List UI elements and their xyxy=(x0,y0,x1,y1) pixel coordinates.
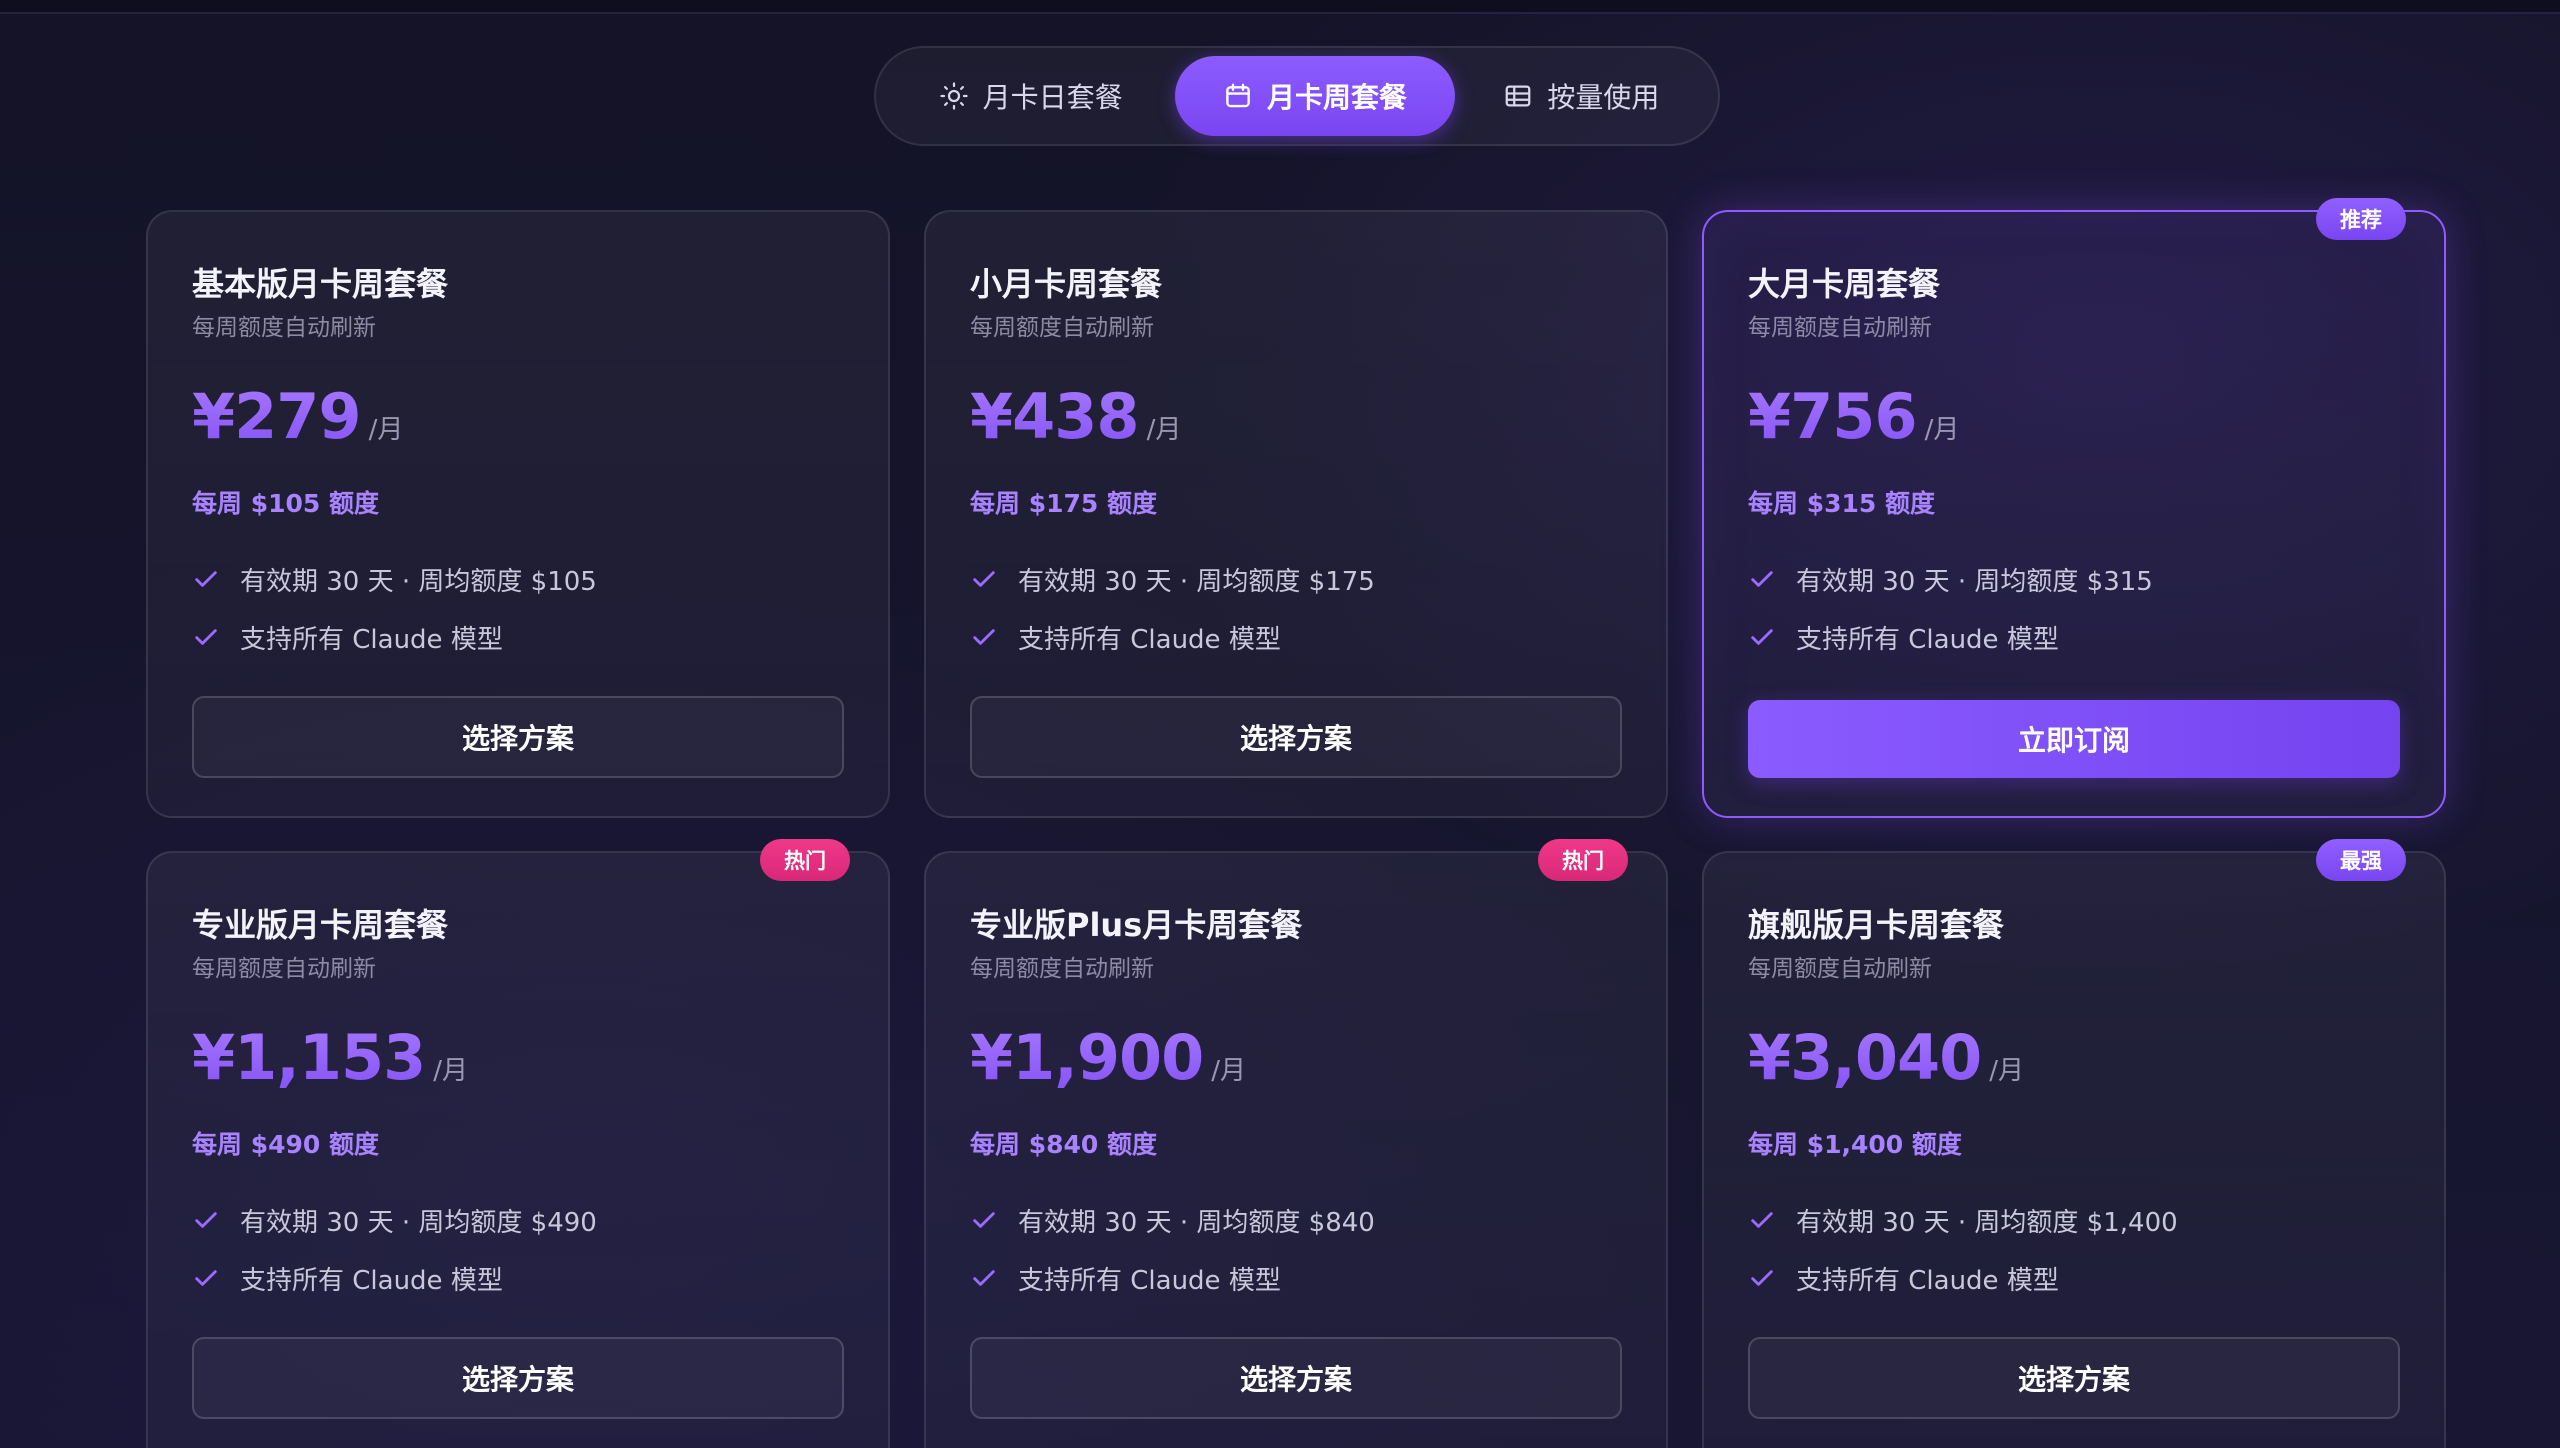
feature-item: 支持所有 Claude 模型 xyxy=(1748,608,2400,666)
tab-label: 按量使用 xyxy=(1547,81,1660,114)
plan-quota: 每周 $1,400 额度 xyxy=(1748,1130,1962,1159)
feature-item: 支持所有 Claude 模型 xyxy=(192,608,844,666)
plan-name: 基本版月卡周套餐 xyxy=(192,265,449,303)
check-icon xyxy=(973,629,995,645)
price-period: /月 xyxy=(1146,415,1182,445)
feature-item: 有效期 30 天 · 周均额度 $1,400 xyxy=(1748,1191,2400,1249)
plan-name: 专业版Plus月卡周套餐 xyxy=(970,906,1303,944)
price-period: /月 xyxy=(1211,1056,1247,1086)
feature-item: 支持所有 Claude 模型 xyxy=(970,608,1622,666)
plan-name: 专业版月卡周套餐 xyxy=(192,906,449,944)
calendar-icon xyxy=(1226,83,1250,108)
plan-price: ¥279 xyxy=(192,380,362,453)
sun-icon xyxy=(940,82,968,110)
plan-price: ¥3,040 xyxy=(1748,1021,1982,1094)
tab-weekly-plan[interactable]: 月卡周套餐 xyxy=(1175,56,1455,136)
feature-item: 支持所有 Claude 模型 xyxy=(970,1249,1622,1307)
plan-card-pro: 热门 专业版月卡周套餐 每周额度自动刷新 ¥1,153 /月 每周 $490 额… xyxy=(146,839,890,1448)
feature-item: 有效期 30 天 · 周均额度 $840 xyxy=(970,1191,1622,1249)
feature-item: 支持所有 Claude 模型 xyxy=(192,1249,844,1307)
check-icon xyxy=(1751,1212,1773,1228)
plan-quota: 每周 $175 额度 xyxy=(970,489,1157,518)
check-icon xyxy=(973,1270,995,1286)
plan-quota: 每周 $490 额度 xyxy=(192,1130,379,1159)
check-icon xyxy=(195,1270,217,1286)
tab-label: 月卡日套餐 xyxy=(982,81,1123,114)
select-plan-button[interactable]: 选择方案 xyxy=(192,696,844,778)
select-plan-button[interactable]: 选择方案 xyxy=(970,696,1622,778)
plan-quota: 每周 $840 额度 xyxy=(970,1130,1157,1159)
check-icon xyxy=(195,1212,217,1228)
plan-price: ¥438 xyxy=(970,380,1140,453)
feature-item: 有效期 30 天 · 周均额度 $490 xyxy=(192,1191,844,1249)
plan-type-switch: 月卡日套餐 月卡周套餐 按量使用 xyxy=(874,46,1720,146)
plan-card-flagship: 最强 旗舰版月卡周套餐 每周额度自动刷新 ¥3,040 /月 每周 $1,400… xyxy=(1702,839,2446,1448)
plan-subtitle: 每周额度自动刷新 xyxy=(1748,315,1932,341)
plan-quota: 每周 $105 额度 xyxy=(192,489,379,518)
plan-card-small: 小月卡周套餐 每周额度自动刷新 ¥438 /月 每周 $175 额度 有效期 3… xyxy=(924,210,1668,818)
feature-item: 有效期 30 天 · 周均额度 $315 xyxy=(1748,550,2400,608)
check-icon xyxy=(1751,571,1773,587)
price-period: /月 xyxy=(1989,1056,2025,1086)
plan-subtitle: 每周额度自动刷新 xyxy=(192,956,376,982)
plan-subtitle: 每周额度自动刷新 xyxy=(970,956,1154,982)
select-plan-button[interactable]: 选择方案 xyxy=(970,1337,1622,1419)
plan-price: ¥1,900 xyxy=(970,1021,1204,1094)
plan-price: ¥756 xyxy=(1748,380,1918,453)
top-bar xyxy=(0,0,2560,14)
plan-subtitle: 每周额度自动刷新 xyxy=(192,315,376,341)
check-icon xyxy=(973,1212,995,1228)
hot-badge: 热门 xyxy=(1538,839,1628,881)
hot-badge: 热门 xyxy=(760,839,850,881)
check-icon xyxy=(195,571,217,587)
feature-item: 有效期 30 天 · 周均额度 $175 xyxy=(970,550,1622,608)
plan-subtitle: 每周额度自动刷新 xyxy=(1748,956,1932,982)
price-period: /月 xyxy=(1924,415,1960,445)
plan-card-large: 推荐 大月卡周套餐 每周额度自动刷新 ¥756 /月 每周 $315 额度 有效… xyxy=(1702,198,2446,818)
plan-name: 旗舰版月卡周套餐 xyxy=(1748,906,2005,944)
plan-card-pro-plus: 热门 专业版Plus月卡周套餐 每周额度自动刷新 ¥1,900 /月 每周 $8… xyxy=(924,839,1668,1448)
plan-card-basic: 基本版月卡周套餐 每周额度自动刷新 ¥279 /月 每周 $105 额度 有效期… xyxy=(146,210,890,818)
plan-name: 大月卡周套餐 xyxy=(1748,265,1941,303)
check-icon xyxy=(1751,629,1773,645)
tab-pay-as-you-go[interactable]: 按量使用 xyxy=(1455,56,1708,136)
plan-price: ¥1,153 xyxy=(192,1021,426,1094)
price-period: /月 xyxy=(433,1056,469,1086)
feature-item: 支持所有 Claude 模型 xyxy=(1748,1249,2400,1307)
strongest-badge: 最强 xyxy=(2316,839,2406,881)
check-icon xyxy=(1751,1270,1773,1286)
check-icon xyxy=(195,629,217,645)
price-period: /月 xyxy=(368,415,404,445)
plan-subtitle: 每周额度自动刷新 xyxy=(970,315,1154,341)
tab-daily-plan[interactable]: 月卡日套餐 xyxy=(886,56,1175,136)
check-icon xyxy=(973,571,995,587)
plan-quota: 每周 $315 额度 xyxy=(1748,489,1935,518)
subscribe-now-button[interactable]: 立即订阅 xyxy=(1748,700,2400,778)
plan-name: 小月卡周套餐 xyxy=(970,265,1163,303)
feature-item: 有效期 30 天 · 周均额度 $105 xyxy=(192,550,844,608)
select-plan-button[interactable]: 选择方案 xyxy=(1748,1337,2400,1419)
tab-label: 月卡周套餐 xyxy=(1266,81,1407,114)
table-icon xyxy=(1505,85,1531,107)
recommended-badge: 推荐 xyxy=(2316,198,2406,240)
select-plan-button[interactable]: 选择方案 xyxy=(192,1337,844,1419)
